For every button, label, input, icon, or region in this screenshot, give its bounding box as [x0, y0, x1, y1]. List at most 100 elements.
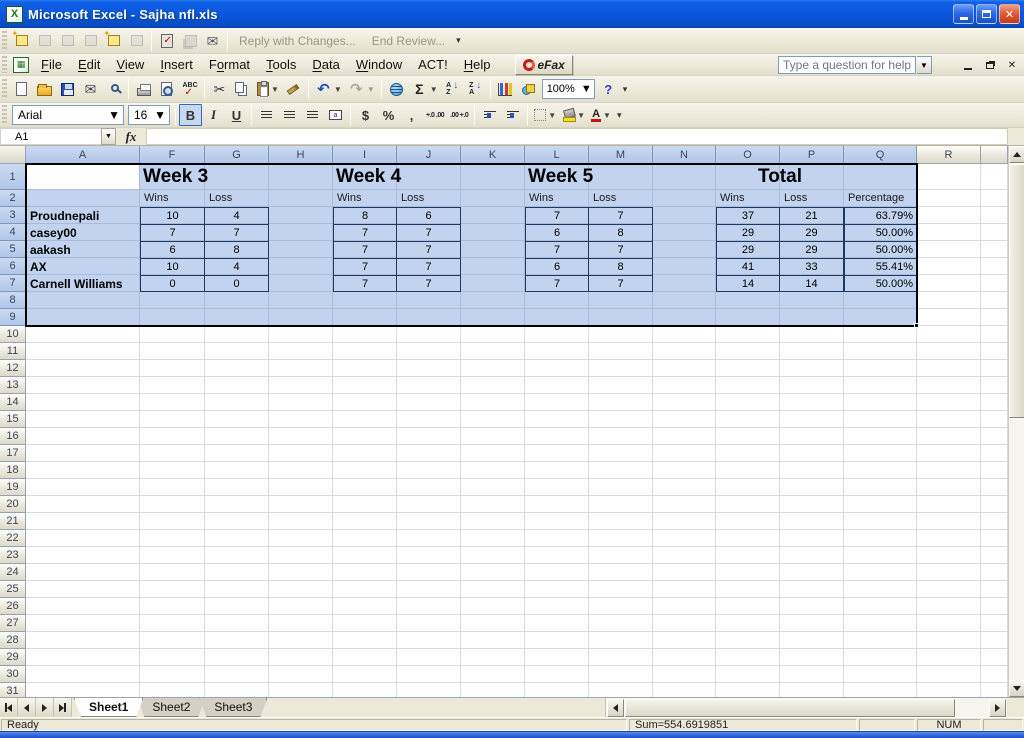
cell[interactable] [26, 377, 140, 394]
cell[interactable] [205, 564, 269, 581]
cell[interactable] [981, 649, 1008, 666]
cell[interactable] [981, 224, 1008, 241]
cell[interactable] [140, 615, 205, 632]
cell[interactable] [397, 598, 461, 615]
sub-header[interactable]: Loss [784, 192, 807, 204]
workbook-minimize-button[interactable] [960, 58, 976, 72]
cell-value[interactable]: 50.00% [845, 276, 916, 291]
open-button[interactable] [33, 78, 56, 100]
cell[interactable] [140, 479, 205, 496]
cell[interactable] [589, 632, 653, 649]
cell[interactable] [269, 496, 333, 513]
formula-input[interactable] [146, 128, 1008, 145]
cell[interactable] [917, 207, 981, 224]
cell[interactable] [589, 377, 653, 394]
cell-value[interactable]: 37 [717, 208, 780, 224]
cell[interactable] [26, 394, 140, 411]
cell[interactable] [981, 394, 1008, 411]
row-header-9[interactable]: 9 [0, 309, 26, 326]
cell[interactable] [589, 445, 653, 462]
next-sheet-button[interactable] [36, 698, 54, 717]
cell[interactable] [589, 292, 653, 309]
cell[interactable] [525, 326, 589, 343]
cell[interactable] [844, 496, 917, 513]
cell[interactable] [981, 360, 1008, 377]
bold-button[interactable]: B [179, 104, 202, 126]
cell-value[interactable]: 8 [589, 259, 652, 275]
cell[interactable] [981, 547, 1008, 564]
cell[interactable] [917, 164, 981, 190]
cell[interactable] [333, 394, 397, 411]
print-button[interactable] [132, 78, 155, 100]
cell[interactable] [269, 581, 333, 598]
cell[interactable] [589, 530, 653, 547]
mail-recipient-button[interactable] [201, 30, 224, 52]
cell-value[interactable]: 7 [334, 225, 397, 241]
cell-value[interactable]: 8 [205, 242, 268, 258]
cell[interactable] [780, 496, 844, 513]
player-name[interactable]: aakash [30, 243, 140, 257]
close-button[interactable]: ✕ [999, 4, 1020, 24]
cell[interactable] [205, 428, 269, 445]
cell[interactable] [397, 309, 461, 326]
cell[interactable] [140, 326, 205, 343]
cell-value[interactable]: 7 [397, 276, 460, 291]
cell[interactable] [140, 496, 205, 513]
update-file-button[interactable] [155, 30, 178, 52]
cell[interactable] [716, 564, 780, 581]
cell[interactable] [525, 462, 589, 479]
cell[interactable] [397, 632, 461, 649]
cell-value[interactable]: 10 [141, 208, 205, 224]
new-button[interactable] [10, 78, 33, 100]
cell[interactable] [653, 479, 716, 496]
cell[interactable] [844, 326, 917, 343]
cell[interactable] [981, 581, 1008, 598]
cell[interactable] [917, 479, 981, 496]
cell-value[interactable]: 6 [397, 208, 460, 224]
column-header-G[interactable]: G [205, 146, 269, 164]
cell[interactable] [844, 164, 917, 190]
row-header-17[interactable]: 17 [0, 445, 26, 462]
cell[interactable] [653, 292, 716, 309]
cell[interactable] [525, 666, 589, 683]
row-header-30[interactable]: 30 [0, 666, 26, 683]
cell[interactable] [525, 649, 589, 666]
cell[interactable] [333, 649, 397, 666]
cell[interactable] [461, 224, 525, 241]
column-header-O[interactable]: O [716, 146, 780, 164]
vertical-scrollbar[interactable] [1008, 146, 1024, 697]
increase-indent-button[interactable] [501, 104, 524, 126]
sort-descending-button[interactable]: Z A ↓ [464, 78, 487, 100]
cell[interactable] [844, 411, 917, 428]
cell[interactable] [653, 496, 716, 513]
cell[interactable] [461, 445, 525, 462]
row-header-2[interactable]: 2 [0, 190, 26, 207]
cell-value[interactable]: 50.00% [845, 225, 916, 241]
cell-value[interactable]: 7 [526, 208, 589, 224]
cell[interactable] [981, 241, 1008, 258]
cell[interactable] [844, 649, 917, 666]
cell[interactable] [269, 190, 333, 207]
cell-value[interactable]: 7 [397, 225, 460, 241]
cell[interactable] [26, 530, 140, 547]
sub-header[interactable]: Loss [593, 192, 616, 204]
cell[interactable] [269, 164, 333, 190]
sheet-tab-sheet3[interactable]: Sheet3 [199, 698, 267, 717]
cell[interactable] [461, 598, 525, 615]
cell[interactable] [269, 666, 333, 683]
cell[interactable] [269, 292, 333, 309]
cell-value[interactable]: 7 [334, 259, 397, 275]
column-header-A[interactable]: A [26, 146, 140, 164]
cell[interactable] [26, 649, 140, 666]
cell[interactable] [205, 445, 269, 462]
cell[interactable] [205, 164, 269, 190]
cell[interactable] [269, 462, 333, 479]
cell-value[interactable]: 7 [141, 225, 205, 241]
undo-button[interactable]: ▼ [312, 78, 345, 100]
sub-header[interactable]: Loss [401, 192, 424, 204]
cell-value[interactable]: 8 [589, 225, 652, 241]
cell[interactable] [716, 581, 780, 598]
week-header[interactable]: Week 5 [528, 166, 593, 188]
cell[interactable] [653, 649, 716, 666]
workbook-close-button[interactable]: ✕ [1004, 58, 1020, 72]
